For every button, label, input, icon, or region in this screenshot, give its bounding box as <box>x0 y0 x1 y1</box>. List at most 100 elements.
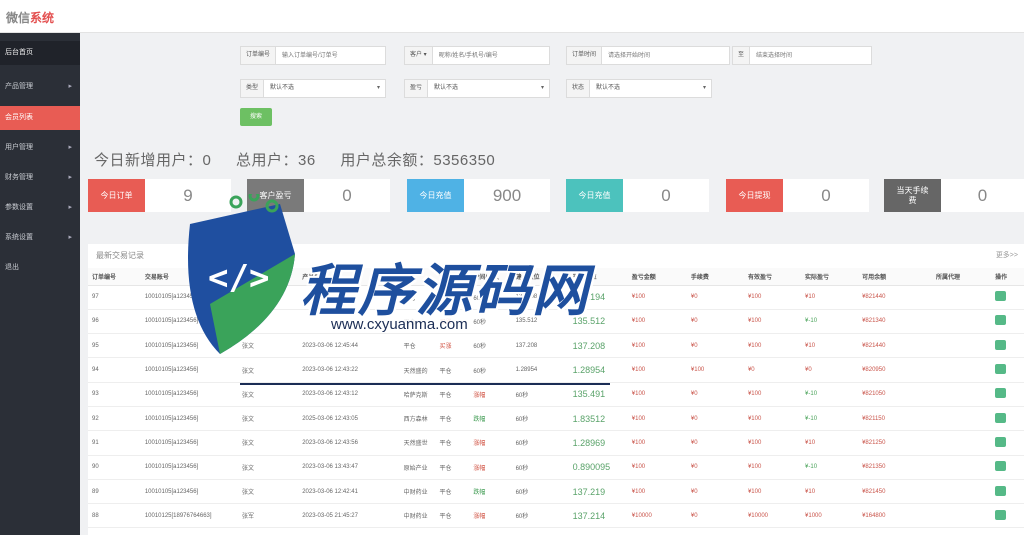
edit-icon[interactable] <box>995 412 1007 423</box>
edit-icon[interactable] <box>995 461 1007 472</box>
table-cell: 2023-03-06 12:42:41 <box>298 479 400 505</box>
table-row[interactable]: 89 10010105[a123456] 张文 2023-03-06 12:42:41… <box>88 479 1024 505</box>
table-cell <box>991 382 1024 407</box>
profit-select[interactable]: 默认不选 ▾ <box>428 80 549 97</box>
edit-icon[interactable] <box>995 339 1007 350</box>
table-cell: ¥10000 <box>743 503 802 529</box>
table-cell: ¥821340 <box>858 309 932 335</box>
table-cell: 88 <box>88 503 141 529</box>
table-cell <box>932 333 992 359</box>
table-row[interactable]: 91 10010105[a123456] 张文 2023-03-06 12:43:56… <box>88 430 1024 456</box>
sidebar-item[interactable]: 参数设置 ▸ <box>0 196 80 220</box>
edit-icon[interactable] <box>995 509 1007 520</box>
column-header: 盈亏金额 <box>627 268 687 286</box>
type-select[interactable]: 默认不选 ▾ <box>264 80 385 97</box>
table-cell: 张文 <box>238 333 299 359</box>
table-cell: ¥0 <box>801 357 859 383</box>
table-cell: 10010105[a123456] <box>140 430 238 456</box>
status-select[interactable]: 默认不选 ▾ <box>590 80 711 97</box>
table-cell: 张文 <box>238 479 299 505</box>
table-cell <box>932 382 992 407</box>
stat-card-value: 0 <box>977 186 988 205</box>
table-cell: ¥0 <box>686 430 744 456</box>
table-cell: 平仓 <box>435 357 470 383</box>
chevron-down-icon: ▾ <box>702 85 706 91</box>
table-row[interactable]: 95 10010105[a123456] 张文 2023-03-06 12:45:44… <box>88 333 1024 359</box>
table-cell: 96 <box>88 309 141 335</box>
table-cell <box>932 455 992 480</box>
edit-icon[interactable] <box>995 315 1007 326</box>
table-cell: ¥10 <box>801 285 859 310</box>
type-label: 类型 <box>241 80 265 97</box>
table-cell <box>991 455 1024 480</box>
table-cell: 60秒 <box>511 479 569 505</box>
table-cell <box>932 285 992 310</box>
status-filter: 状态 默认不选 ▾ <box>566 79 712 98</box>
edit-icon[interactable] <box>995 364 1007 375</box>
sidebar-item[interactable]: 财务管理 ▸ <box>0 166 80 190</box>
watermark-title: 程序源码网 <box>300 259 590 322</box>
table-cell: ¥821250 <box>858 430 932 456</box>
stat-card: 客户盈亏 0 <box>247 179 390 212</box>
edit-icon[interactable] <box>995 388 1007 399</box>
table-cell <box>932 430 992 456</box>
table-cell: 91 <box>88 430 141 456</box>
table-cell: 西方森林 <box>399 406 436 432</box>
user-type-select[interactable]: 客户 ▾ <box>405 47 433 64</box>
table-cell: 60秒 <box>511 406 569 432</box>
search-button[interactable]: 搜索 <box>240 108 272 126</box>
new-users-stat: 今日新增用户：0 <box>94 152 212 169</box>
table-cell: 89 <box>88 479 141 505</box>
stat-card: 今日充值 900 <box>407 179 550 212</box>
stat-card-label: 当天手续费 <box>884 179 941 212</box>
table-cell: ¥100 <box>743 455 802 480</box>
table-row[interactable]: 92 10010105[a123456] 张文 2025-03-06 12:43:05… <box>88 406 1024 432</box>
start-time-input[interactable] <box>602 47 729 64</box>
table-cell: 平仓 <box>435 503 470 529</box>
table-cell: 60秒 <box>511 382 569 407</box>
sidebar-item[interactable]: 用户管理 ▸ <box>0 136 80 160</box>
sidebar-item-label: 产品管理 <box>5 83 33 90</box>
table-cell: ¥100 <box>743 406 802 432</box>
table-cell: ¥-10 <box>801 309 859 335</box>
table-row[interactable]: 93 10010105[a123456] 张文 2023-03-06 12:43:12… <box>88 382 1024 407</box>
table-row[interactable]: 88 10010125[18976764663] 张军 2023-03-05 21:4… <box>88 503 1024 529</box>
table-cell: 哈萨克斯 <box>399 382 436 407</box>
panel-title: 最新交易记录 <box>96 251 144 260</box>
edit-icon[interactable] <box>995 485 1007 496</box>
end-time-input[interactable] <box>750 47 871 64</box>
sidebar-item[interactable]: 会员列表 <box>0 106 80 130</box>
sidebar-item[interactable]: 后台首页 <box>0 41 80 65</box>
chevron-right-icon: ▸ <box>68 204 72 211</box>
table-cell <box>991 503 1024 529</box>
sidebar-item[interactable]: 退出 <box>0 256 80 280</box>
sidebar-item[interactable]: 产品管理 ▸ <box>0 75 80 99</box>
table-cell: 10010105[a123456] <box>140 333 238 359</box>
table-cell: 1.28954 <box>568 357 628 383</box>
table-cell: 10010105[a123456] <box>140 357 238 383</box>
table-cell: 平仓 <box>435 430 470 456</box>
table-cell: 跌幅 <box>469 479 512 505</box>
table-cell: ¥10 <box>801 479 859 505</box>
table-cell: 0.890095 <box>568 455 628 480</box>
edit-icon[interactable] <box>995 291 1007 302</box>
user-search-input[interactable] <box>432 47 549 64</box>
sidebar-item[interactable]: 系统设置 ▸ <box>0 226 80 250</box>
table-cell <box>991 479 1024 505</box>
table-cell: ¥10 <box>801 333 859 359</box>
table-cell: 平仓 <box>435 479 470 505</box>
table-row[interactable]: 90 10010105[a123456] 张文 2023-03-06 13:43:47… <box>88 455 1024 480</box>
column-header: 交易账号 <box>140 268 238 286</box>
stat-card: 今日充值 0 <box>566 179 709 212</box>
edit-icon[interactable] <box>995 436 1007 447</box>
user-filter: 客户 ▾ <box>404 46 550 65</box>
table-cell: ¥100 <box>743 382 802 407</box>
table-cell: 93 <box>88 382 141 407</box>
more-link[interactable]: 更多>> <box>996 250 1018 260</box>
order-number-input[interactable] <box>276 47 385 64</box>
table-cell <box>932 406 992 432</box>
table-row[interactable]: 94 10010105[a123456] 张文 2023-03-06 12:43:22… <box>88 357 1024 383</box>
table-cell: ¥10 <box>801 430 859 456</box>
table-cell: 1.28969 <box>568 430 628 456</box>
table-cell: 跌幅 <box>469 406 512 432</box>
